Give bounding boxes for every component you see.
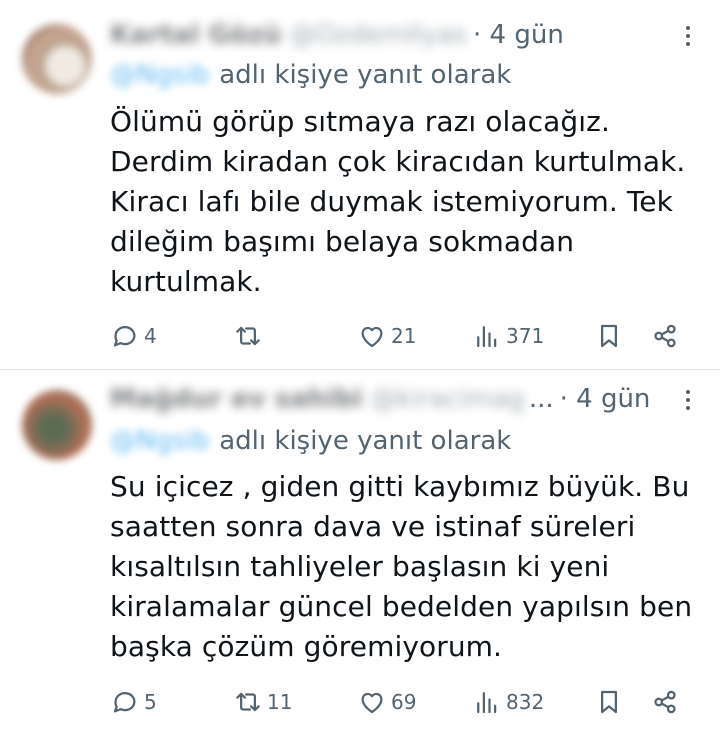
reply-to-handle[interactable]: @Ngsib — [110, 58, 209, 92]
action-bar: 4 21 371 — [110, 318, 690, 354]
views-icon — [477, 326, 497, 348]
author-handle[interactable]: @kiracimag — [371, 382, 525, 416]
reply-to-suffix: adlı kişiye yanıt olarak — [219, 60, 512, 90]
reply-icon — [113, 326, 136, 347]
reply-count: 4 — [144, 324, 157, 348]
tweet-text-line: saatten sonra dava ve istinaf süreleri — [110, 510, 636, 543]
tweet-text-line: Su içicez , giden gitti kaybımız büyük. … — [110, 470, 690, 503]
retweet-icon — [236, 326, 260, 346]
tweet-text: Su içicez , giden gitti kaybımız büyük. … — [110, 467, 700, 667]
tweet-text-line: kısaltılsın tahliyeler başlasın ki yeni — [110, 550, 610, 583]
tweet-text: Ölümü görüp sıtmaya razı olacağız. Derdi… — [110, 102, 700, 302]
heart-icon — [361, 326, 383, 348]
action-bar: 5 11 69 832 — [110, 684, 690, 720]
tweet-text-line: kurtulmak. — [110, 265, 262, 298]
reply-context: @Ngsib adlı kişiye yanıt olarak — [110, 424, 511, 458]
views-button[interactable]: 371 — [472, 318, 544, 354]
tweet-text-line: kiralamalar güncel bedelden yapılsın ben — [110, 590, 693, 623]
bookmark-icon — [601, 690, 617, 714]
tweet-text-line: Kiracı lafı bile duymak istemiyorum. Tek — [110, 185, 673, 218]
tweet-text-line: Derdim kiradan çok kiracıdan kurtulmak. — [110, 145, 686, 178]
views-icon — [477, 692, 497, 714]
reply-context: @Ngsib adlı kişiye yanıt olarak — [110, 58, 511, 92]
reply-to-suffix: adlı kişiye yanıt olarak — [219, 426, 512, 456]
tweet[interactable]: Kartal Gözü @OzdemIlyas · 4 gün @Ngsib adlı… — [0, 0, 720, 369]
share-button[interactable] — [650, 318, 680, 354]
avatar[interactable] — [22, 24, 92, 94]
more-icon[interactable] — [684, 26, 692, 52]
reply-icon — [113, 692, 136, 713]
retweet-count: 11 — [267, 690, 293, 714]
tweet[interactable]: Mağdur ev sahibi @kiracimag... · 4 gün @Ng… — [0, 370, 720, 733]
like-button[interactable]: 69 — [357, 684, 416, 720]
share-button[interactable] — [650, 684, 680, 720]
tweet-text-line: Ölümü görüp sıtmaya razı olacağız. — [110, 105, 610, 138]
tweet-text-line: başka çözüm göremiyorum. — [110, 630, 503, 663]
retweet-icon — [236, 692, 260, 712]
retweet-button[interactable]: 11 — [233, 684, 292, 720]
timestamp[interactable]: · 4 gün — [473, 20, 564, 50]
retweet-button[interactable] — [233, 318, 267, 354]
timestamp[interactable]: · 4 gün — [560, 384, 651, 414]
share-icon — [654, 324, 676, 348]
reply-button[interactable]: 5 — [110, 684, 157, 720]
bookmark-icon — [601, 324, 617, 348]
tweet-header: Kartal Gözü @OzdemIlyas · 4 gün — [110, 18, 564, 52]
tweet-header: Mağdur ev sahibi @kiracimag... · 4 gün — [110, 382, 650, 416]
views-button[interactable]: 832 — [472, 684, 544, 720]
like-count: 69 — [391, 690, 417, 714]
author-handle[interactable]: @OzdemIlyas — [289, 18, 467, 52]
author-name[interactable]: Kartal Gözü — [110, 18, 281, 52]
handle-ellipsis: ... — [528, 384, 554, 414]
heart-icon — [361, 692, 383, 714]
more-icon[interactable] — [684, 390, 692, 416]
like-button[interactable]: 21 — [357, 318, 416, 354]
author-name[interactable]: Mağdur ev sahibi — [110, 382, 363, 416]
share-icon — [654, 690, 676, 714]
bookmark-button[interactable] — [594, 684, 624, 720]
bookmark-button[interactable] — [594, 318, 624, 354]
reply-count: 5 — [144, 690, 157, 714]
avatar[interactable] — [22, 390, 92, 460]
reply-button[interactable]: 4 — [110, 318, 157, 354]
tweet-text-line: dileğim başımı belaya sokmadan — [110, 225, 575, 258]
view-count: 832 — [506, 690, 545, 714]
like-count: 21 — [391, 324, 417, 348]
view-count: 371 — [506, 324, 545, 348]
reply-to-handle[interactable]: @Ngsib — [110, 424, 209, 458]
